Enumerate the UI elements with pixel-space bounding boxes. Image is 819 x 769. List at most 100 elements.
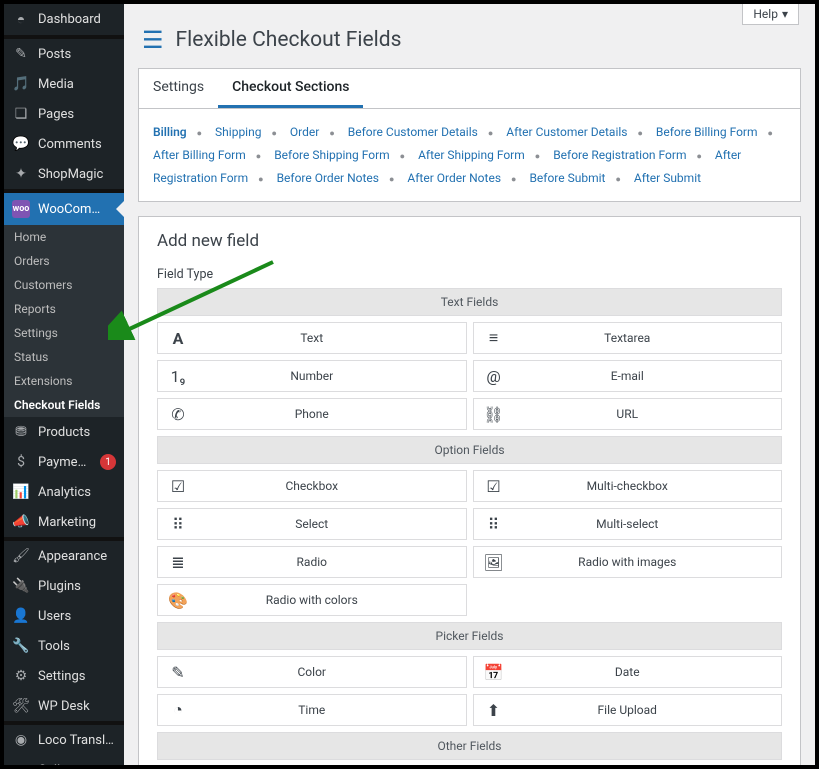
- field-radio-images[interactable]: 🖼Radio with images: [473, 546, 783, 578]
- sidebar-item-label: Tools: [38, 639, 116, 654]
- field-phone[interactable]: ✆Phone: [157, 398, 467, 430]
- sidebar-item-label: Users: [38, 609, 116, 624]
- field-file-upload[interactable]: ⬆File Upload: [473, 694, 783, 726]
- phone-icon: ✆: [158, 405, 198, 424]
- sidebar-item-label: Products: [38, 425, 116, 440]
- field-label: E-mail: [514, 369, 742, 383]
- field-label: Radio with images: [514, 555, 742, 569]
- sidebar-item-wpdesk[interactable]: 🛠WP Desk: [4, 691, 124, 721]
- chevron-down-icon: ▾: [782, 7, 788, 21]
- sidebar-item-pages[interactable]: ❏Pages: [4, 99, 124, 129]
- field-checkbox[interactable]: ☑Checkbox: [157, 470, 467, 502]
- submenu-orders[interactable]: Orders: [4, 249, 124, 273]
- field-radio-colors[interactable]: 🎨Radio with colors: [157, 584, 467, 616]
- number-icon: 1₉: [158, 367, 198, 386]
- page-title: Flexible Checkout Fields: [176, 28, 402, 52]
- field-multi-select[interactable]: ⠿Multi-select: [473, 508, 783, 540]
- tab-settings[interactable]: Settings: [139, 69, 218, 108]
- field-date[interactable]: 📅Date: [473, 656, 783, 688]
- upload-icon: ⬆: [474, 701, 514, 720]
- section-link[interactable]: Before Order Notes: [277, 171, 379, 185]
- sidebar-item-posts[interactable]: ✎Posts: [4, 39, 124, 69]
- sidebar-item-plugins[interactable]: 🔌Plugins: [4, 571, 124, 601]
- field-radio[interactable]: ≣Radio: [157, 546, 467, 578]
- users-icon: 👤: [12, 608, 30, 624]
- marketing-icon: 📣: [12, 514, 30, 530]
- section-link-billing[interactable]: Billing: [153, 125, 187, 139]
- sidebar-item-products[interactable]: ⛃Products: [4, 417, 124, 447]
- time-icon: ◔: [158, 700, 198, 720]
- sidebar-item-label: Settings: [38, 669, 116, 684]
- sidebar-item-payments[interactable]: $Payments1: [4, 447, 124, 477]
- section-link[interactable]: Shipping: [215, 125, 261, 139]
- tab-checkout-sections[interactable]: Checkout Sections: [218, 69, 363, 108]
- url-icon: ⛓: [474, 405, 514, 424]
- field-url[interactable]: ⛓URL: [473, 398, 783, 430]
- section-link[interactable]: After Billing Form: [153, 148, 246, 162]
- settings-icon: ⚙: [12, 668, 30, 684]
- field-label: Radio: [198, 555, 426, 569]
- field-multi-checkbox[interactable]: ☑Multi-checkbox: [473, 470, 783, 502]
- field-email[interactable]: @E-mail: [473, 360, 783, 392]
- section-link[interactable]: Before Registration Form: [553, 148, 686, 162]
- section-link[interactable]: After Customer Details: [506, 125, 627, 139]
- textarea-icon: ≡: [474, 328, 514, 348]
- sidebar-item-tools[interactable]: 🔧 Tools: [4, 631, 124, 661]
- payments-icon: $: [12, 454, 30, 470]
- sidebar-item-dashboard[interactable]: ◓Dashboard: [4, 4, 124, 35]
- sidebar-item-label: Collapse menu: [38, 763, 116, 766]
- color-icon: ✎: [158, 663, 198, 682]
- analytics-icon: 📊: [12, 484, 30, 500]
- submenu-home[interactable]: Home: [4, 225, 124, 249]
- sidebar-item-woocommerce[interactable]: woo WooCommerce: [4, 193, 124, 225]
- field-label: File Upload: [514, 703, 742, 717]
- section-link[interactable]: Before Customer Details: [348, 125, 478, 139]
- submenu-status[interactable]: Status: [4, 345, 124, 369]
- submenu-extensions[interactable]: Extensions: [4, 369, 124, 393]
- loco-icon: ◉: [12, 732, 30, 748]
- sidebar-item-analytics[interactable]: 📊Analytics: [4, 477, 124, 507]
- field-text[interactable]: AText: [157, 322, 467, 354]
- field-number[interactable]: 1₉Number: [157, 360, 467, 392]
- add-field-title: Add new field: [139, 217, 800, 261]
- section-link[interactable]: After Submit: [634, 171, 701, 185]
- sidebar-item-comments[interactable]: 💬Comments: [4, 129, 124, 159]
- collapse-menu[interactable]: ◀Collapse menu: [4, 755, 124, 765]
- submenu-settings[interactable]: Settings: [4, 321, 124, 345]
- sidebar-item-label: Media: [38, 77, 116, 92]
- sidebar-item-shopmagic[interactable]: ✦ShopMagic: [4, 159, 124, 189]
- section-link[interactable]: Order: [290, 125, 319, 139]
- sidebar-item-media[interactable]: 🎵Media: [4, 69, 124, 99]
- section-link[interactable]: After Order Notes: [407, 171, 501, 185]
- wpdesk-icon: 🛠: [12, 698, 30, 714]
- sidebar-item-label: Comments: [38, 137, 116, 152]
- sidebar-item-settings[interactable]: ⚙ Settings: [4, 661, 124, 691]
- submenu-checkout-fields[interactable]: Checkout Fields: [4, 393, 124, 417]
- checkbox-icon: ☑: [158, 477, 198, 496]
- sidebar-item-label: Payments: [38, 455, 92, 470]
- field-label: Date: [514, 665, 742, 679]
- multi-select-icon: ⠿: [474, 515, 514, 534]
- field-textarea[interactable]: ≡Textarea: [473, 322, 783, 354]
- field-label: Time: [198, 703, 426, 717]
- sidebar-item-users[interactable]: 👤 Users: [4, 601, 124, 631]
- sidebar-item-marketing[interactable]: 📣Marketing: [4, 507, 124, 537]
- field-time[interactable]: ◔Time: [157, 694, 467, 726]
- sidebar-item-appearance[interactable]: 🖌Appearance: [4, 541, 124, 571]
- submenu-customers[interactable]: Customers: [4, 273, 124, 297]
- field-type-label: Field Type: [139, 261, 800, 288]
- current-arrow-icon: [116, 201, 124, 217]
- section-link[interactable]: After Shipping Form: [418, 148, 525, 162]
- section-link[interactable]: Before Submit: [529, 171, 605, 185]
- section-link[interactable]: Before Billing Form: [656, 125, 758, 139]
- help-tab[interactable]: Help▾: [742, 4, 799, 25]
- field-label: Checkbox: [198, 479, 426, 493]
- field-color[interactable]: ✎Color: [157, 656, 467, 688]
- section-link[interactable]: Before Shipping Form: [274, 148, 389, 162]
- submenu-reports[interactable]: Reports: [4, 297, 124, 321]
- field-select[interactable]: ⠿Select: [157, 508, 467, 540]
- tools-icon: 🔧: [12, 638, 30, 654]
- field-label: Number: [198, 369, 426, 383]
- sidebar-item-loco[interactable]: ◉Loco Translate: [4, 725, 124, 755]
- admin-sidebar: ◓Dashboard ✎Posts 🎵Media ❏Pages 💬Comment…: [4, 4, 124, 765]
